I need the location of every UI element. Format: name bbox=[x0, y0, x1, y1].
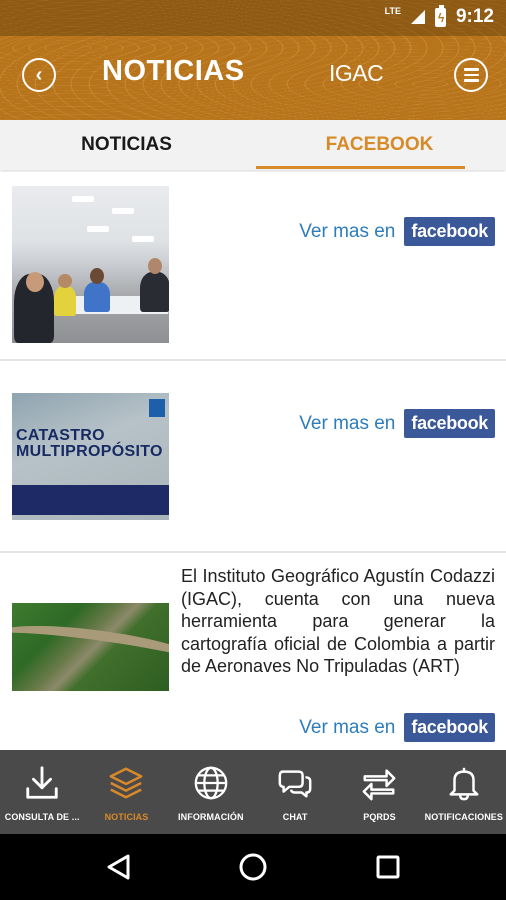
signal-icon bbox=[410, 10, 425, 24]
facebook-link-label: Ver mas en bbox=[299, 220, 396, 242]
system-home-button[interactable] bbox=[223, 847, 283, 887]
tab-bar: NOTICIAS FACEBOOK bbox=[0, 120, 506, 170]
layers-icon bbox=[110, 767, 143, 799]
facebook-link-label: Ver mas en bbox=[299, 412, 396, 434]
globe-icon bbox=[194, 766, 228, 800]
status-icons: LTE ϟ 9:12 bbox=[384, 4, 494, 28]
square-recents-icon bbox=[376, 855, 400, 879]
status-time: 9:12 bbox=[455, 6, 494, 27]
list-item[interactable]: El Instituto Geográfico Agustín Codazzi … bbox=[0, 553, 506, 750]
facebook-link[interactable]: Ver mas en facebook bbox=[299, 217, 495, 246]
news-image[interactable] bbox=[12, 186, 169, 343]
menu-icon bbox=[463, 68, 479, 71]
brand-logo: IGAC bbox=[329, 60, 384, 86]
nav-label: NOTICIAS bbox=[104, 812, 149, 822]
system-navigation bbox=[0, 834, 506, 900]
nav-label: CHAT bbox=[282, 812, 308, 822]
chevron-left-icon: ‹ bbox=[35, 63, 43, 86]
status-bar: LTE ϟ 9:12 bbox=[0, 0, 506, 36]
menu-button[interactable] bbox=[454, 58, 488, 92]
triangle-back-icon bbox=[107, 854, 130, 880]
tab-facebook[interactable]: FACEBOOK bbox=[253, 120, 506, 170]
bottom-navigation: CONSULTA DE ... NOTICIAS INFORMACIÓN CHA… bbox=[0, 750, 506, 834]
nav-label: PQRDS bbox=[363, 812, 396, 822]
chat-icon bbox=[278, 770, 312, 798]
nav-notificaciones[interactable]: NOTIFICACIONES bbox=[422, 750, 506, 834]
page-title: NOTICIAS bbox=[102, 55, 245, 87]
back-button[interactable]: ‹ bbox=[22, 58, 56, 92]
circle-home-icon bbox=[239, 853, 267, 881]
nav-pqrds[interactable]: PQRDS bbox=[337, 750, 421, 834]
facebook-link[interactable]: Ver mas en facebook bbox=[299, 409, 495, 438]
nav-informacion[interactable]: INFORMACIÓN bbox=[169, 750, 253, 834]
bell-icon bbox=[449, 767, 479, 801]
battery-icon: ϟ bbox=[434, 4, 446, 27]
nav-noticias[interactable]: NOTICIAS bbox=[84, 750, 168, 834]
nav-label: INFORMACIÓN bbox=[178, 812, 244, 822]
list-item[interactable]: CATASTRO MULTIPROPÓSITO Ver mas en faceb… bbox=[0, 361, 506, 553]
network-type: LTE bbox=[384, 6, 401, 16]
nav-consulta[interactable]: CONSULTA DE ... bbox=[0, 750, 84, 834]
news-image[interactable] bbox=[12, 603, 169, 691]
system-back-button[interactable] bbox=[88, 847, 148, 887]
system-recents-button[interactable] bbox=[358, 847, 418, 887]
news-text: El Instituto Geográfico Agustín Codazzi … bbox=[181, 566, 495, 676]
nav-label: CONSULTA DE ... bbox=[4, 812, 80, 822]
facebook-link-label: Ver mas en bbox=[299, 716, 396, 738]
nav-chat[interactable]: CHAT bbox=[253, 750, 337, 834]
facebook-logo-icon: facebook bbox=[404, 713, 495, 742]
download-icon bbox=[26, 766, 58, 799]
news-list[interactable]: Ver mas en facebook CATASTRO MULTIPROPÓS… bbox=[0, 172, 506, 750]
facebook-logo-icon: facebook bbox=[404, 217, 495, 246]
tab-noticias[interactable]: NOTICIAS bbox=[0, 120, 253, 170]
nav-label: NOTIFICACIONES bbox=[424, 812, 503, 822]
facebook-link[interactable]: Ver mas en facebook bbox=[299, 713, 495, 742]
news-image[interactable]: CATASTRO MULTIPROPÓSITO bbox=[12, 393, 169, 520]
app-header: LTE ϟ 9:12 ‹ NOTICIAS IGAC bbox=[0, 0, 506, 120]
list-item[interactable]: Ver mas en facebook bbox=[0, 172, 506, 361]
poster-subtitle: MULTIPROPÓSITO bbox=[16, 443, 163, 460]
app-screen: LTE ϟ 9:12 ‹ NOTICIAS IGAC NOTICIAS FACE… bbox=[0, 0, 506, 900]
facebook-logo-icon: facebook bbox=[404, 409, 495, 438]
swap-arrows-icon bbox=[363, 769, 396, 801]
